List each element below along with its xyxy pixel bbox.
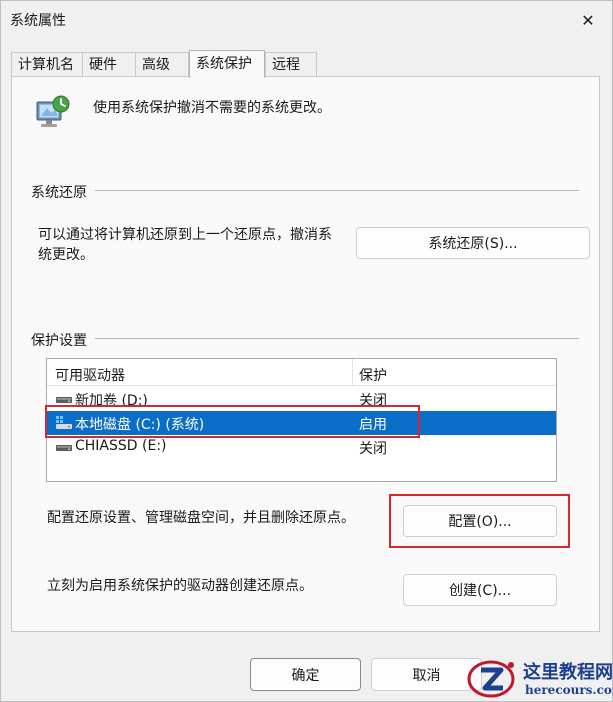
drives-list[interactable]: 可用驱动器 保护 新加卷 (D:) 关闭 本地磁盘 (C:) (系统) 启用 C… [46,358,557,482]
drive-protection-status: 关闭 [359,441,387,457]
tab-panel [11,76,600,632]
column-separator[interactable] [352,359,353,386]
ok-button[interactable]: 确定 [250,658,361,691]
close-icon: ✕ [581,10,595,30]
system-properties-dialog: 系统属性 ✕ 计算机名 硬件 高级 系统保护 远程 使用系统保护撤消不需要的系统… [0,0,613,702]
drive-row-e[interactable]: CHIASSD (E:) 关闭 [47,435,556,459]
drive-protection-status: 启用 [359,417,387,433]
system-restore-description: 可以通过将计算机还原到上一个还原点，撤消系 统更改。 [38,225,332,265]
watermark-emblem-icon [467,660,515,698]
watermark-url: herecours.com [525,683,613,697]
drive-name: 本地磁盘 (C:) (系统) [75,417,205,433]
drive-icon [56,445,72,451]
system-restore-button[interactable]: 系统还原(S)... [356,227,590,259]
window-title: 系统属性 [10,13,66,29]
column-header-protection[interactable]: 保护 [359,365,387,385]
drive-row-c[interactable]: 本地磁盘 (C:) (系统) 启用 [47,411,556,435]
intro-text: 使用系统保护撤消不需要的系统更改。 [93,100,331,116]
drives-list-header: 可用驱动器 保护 [47,359,556,386]
create-button[interactable]: 创建(C)... [403,574,557,606]
column-header-available-drives[interactable]: 可用驱动器 [55,365,125,385]
tab-computer-name[interactable]: 计算机名 [11,52,83,77]
computer-shield-icon [36,95,70,127]
protection-settings-divider [31,338,579,339]
tab-system-protection[interactable]: 系统保护 [189,50,265,78]
tab-hardware[interactable]: 硬件 [82,52,136,77]
drive-icon [56,397,72,403]
watermark-logo: 这里教程网 herecours.com [467,655,613,702]
tab-remote[interactable]: 远程 [265,52,317,77]
tab-advanced[interactable]: 高级 [135,52,189,77]
cancel-button[interactable]: 取消 [371,658,482,691]
system-restore-divider [31,190,579,191]
system-drive-icon [56,416,72,429]
system-restore-heading: 系统还原 [31,182,95,202]
drive-protection-status: 关闭 [359,393,387,409]
drive-name: CHIASSD (E:) [75,438,167,454]
title-bar[interactable]: 系统属性 ✕ [1,1,612,41]
system-restore-description-line-2: 统更改。 [38,247,94,263]
drive-row-d[interactable]: 新加卷 (D:) 关闭 [47,387,556,411]
watermark-title: 这里教程网 [523,662,613,683]
system-restore-description-line-1: 可以通过将计算机还原到上一个还原点，撤消系 [38,227,332,243]
configure-description: 配置还原设置、管理磁盘空间，并且删除还原点。 [47,510,355,526]
create-description: 立刻为启用系统保护的驱动器创建还原点。 [47,578,313,594]
protection-settings-heading: 保护设置 [31,330,95,350]
drive-name: 新加卷 (D:) [75,393,148,409]
close-button[interactable]: ✕ [568,3,608,37]
configure-button[interactable]: 配置(O)... [403,505,557,537]
